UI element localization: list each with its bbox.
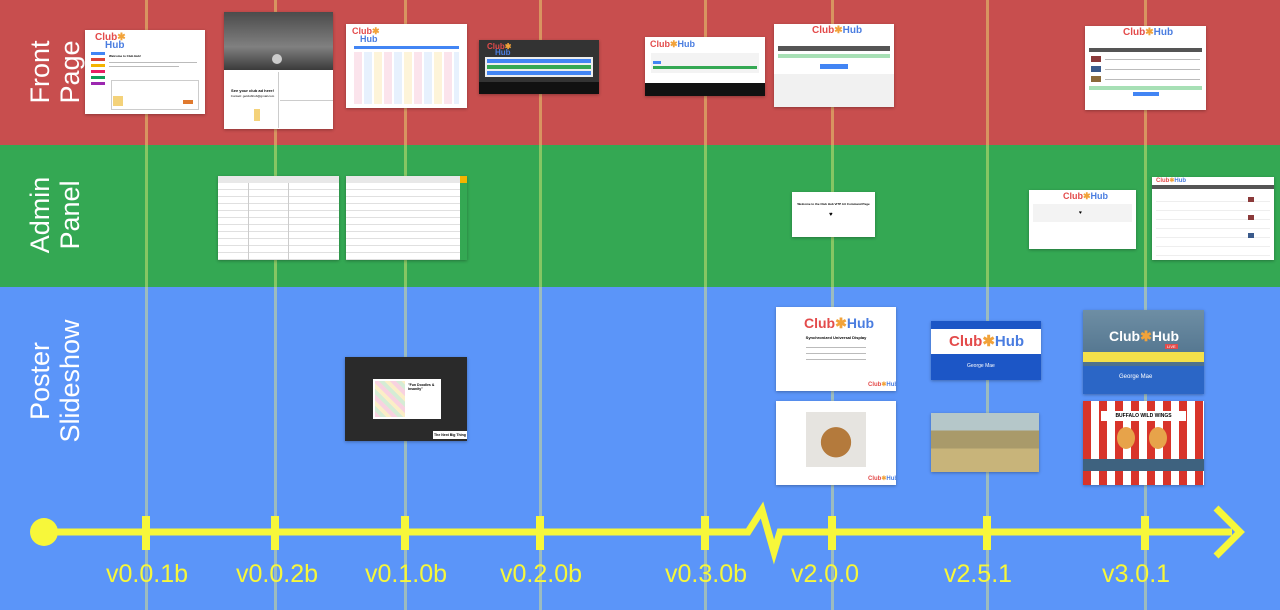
timeline-axis [30, 501, 1245, 565]
front-page-screenshot-v020b: Club✱ Hub [479, 40, 599, 94]
poster-screenshot-v251-title: Club✱Hub George Mae [931, 321, 1041, 380]
poster-screenshot-v301-promo: BUFFALO WILD WINGS [1083, 401, 1204, 485]
poster-screenshot-v200-title: Club✱Hub Synchronized Universal Display … [776, 307, 896, 391]
front-page-screenshot-v301: Club✱Hub [1085, 26, 1206, 110]
heart-icon: ♥ [829, 212, 833, 218]
sponsor-text: George Mae [967, 363, 995, 369]
version-label: v2.0.0 [790, 560, 860, 588]
dog-photo [806, 412, 866, 467]
admin-welcome-text: Welcome to the Club Hub ViTP Art Command… [797, 202, 870, 206]
admin-panel-screenshot-v002b [218, 176, 339, 260]
version-label: v0.3.0b [664, 560, 748, 588]
poster-screenshot-v010b: "Fun Doodles & Insanity" The Next Big Th… [345, 357, 467, 441]
poster-screenshot-v251-landscape [931, 413, 1039, 472]
welcome-heading: Welcome to Club Hub! [109, 54, 141, 58]
timeline-tick [828, 516, 836, 550]
front-page-screenshot-v001b: Club✱ Hub Welcome to Club Hub! [85, 30, 205, 114]
clubhub-logo-hub: Hub [105, 40, 125, 51]
club-ad-text: See your club ad here! [231, 88, 274, 93]
admin-panel-screenshot-v010b [346, 176, 467, 260]
timeline-tick [142, 516, 150, 550]
poster-subtitle: Synchronized Universal Display [805, 335, 867, 340]
version-label: v0.0.2b [235, 560, 319, 588]
timeline-tick [701, 516, 709, 550]
poster-caption: The Next Big Thing [433, 431, 467, 439]
clubhub-logo: Club✱Hub [1123, 27, 1174, 38]
clubhub-logo: Club✱Hub [804, 315, 875, 331]
clubhub-logo: Club✱Hub [949, 333, 1025, 350]
heart-icon: ♥ [1079, 210, 1082, 216]
clubhub-logo-hub: Hub [495, 48, 511, 57]
poster-screenshot-v200-image: Club✱Hub [776, 401, 896, 485]
version-label: v0.2.0b [499, 560, 583, 588]
admin-panel-screenshot-v301: Club✱Hub [1152, 177, 1274, 260]
front-page-screenshot-v010b: Club✱ Hub [346, 24, 467, 108]
clubhub-logo: Club✱Hub [868, 476, 896, 482]
admin-panel-screenshot-v251: Club✱Hub ♥ [1029, 190, 1136, 249]
timeline-tick [536, 516, 544, 550]
poster-title: "Fun Doodles & Insanity" [408, 383, 435, 391]
version-label: v3.0.1 [1101, 560, 1171, 588]
timeline-tick [1141, 516, 1149, 550]
clubhub-logo: Club✱Hub [1109, 328, 1180, 344]
version-label: v0.1.0b [364, 560, 448, 588]
clubhub-logo: Club✱Hub [1063, 191, 1109, 201]
admin-panel-screenshot-v200: Welcome to the Club Hub ViTP Art Command… [792, 192, 875, 237]
front-page-screenshot-v200: Club✱Hub [774, 24, 894, 107]
contact-text: Contact: getclubhub@gmail.com [230, 94, 275, 98]
front-page-screenshot-v002b: See your club ad here! Contact: getclubh… [224, 12, 333, 129]
timeline-tick [983, 516, 991, 550]
version-label: v2.5.1 [943, 560, 1013, 588]
version-label: v0.0.1b [105, 560, 189, 588]
clubhub-logo: Club✱Hub [1156, 178, 1187, 184]
promo-title: BUFFALO WILD WINGS [1101, 411, 1186, 421]
timeline-line [44, 501, 1232, 565]
clubhub-logo: Club✱Hub [812, 25, 863, 36]
row-label-poster-slideshow: Poster Slideshow [25, 319, 85, 443]
clubhub-logo: Club✱Hub [650, 39, 696, 49]
timeline-tick [401, 516, 409, 550]
clubhub-logo-hub: Hub [360, 34, 378, 44]
poster-screenshot-v301-title: Club✱Hub LIVE George Mae [1083, 310, 1204, 394]
sponsor-text: George Mae [1119, 374, 1153, 380]
live-badge: LIVE [1165, 344, 1178, 349]
row-label-front-page: Front Page [25, 40, 85, 104]
clubhub-logo: Club✱Hub [868, 382, 896, 388]
timeline-tick [271, 516, 279, 550]
row-label-admin-panel: Admin Panel [25, 176, 85, 254]
front-page-screenshot-v030b: Club✱Hub [645, 37, 765, 96]
